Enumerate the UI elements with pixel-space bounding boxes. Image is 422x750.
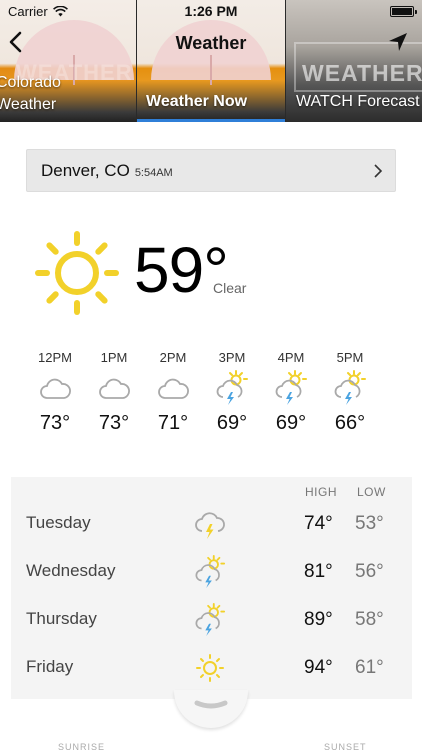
location-arrow-icon[interactable]	[388, 32, 408, 52]
tab-backdrop-word: WEATHER	[302, 60, 422, 86]
day-name: Thursday	[26, 609, 97, 628]
partly-sunny-thunderstorm-icon	[195, 555, 226, 588]
location-name: Denver, CO	[41, 160, 130, 180]
hour-temp: 69°	[275, 412, 307, 434]
tab-label-line1: Colorado	[0, 74, 61, 91]
hour-item: 2PM 71°	[142, 350, 204, 435]
hour-time: 4PM	[277, 350, 305, 365]
hour-temp: 66°	[334, 412, 366, 434]
tab-label: Weather Now	[146, 93, 248, 110]
hour-time: 2PM	[159, 350, 187, 365]
hourly-forecast[interactable]: 12PM 73° 1PM 73° 2PM 71° 3PM 69° 4PM 69°…	[24, 350, 422, 450]
sunrise-label: SUNRISE	[58, 742, 106, 750]
back-chevron-icon[interactable]	[6, 30, 26, 54]
day-high: 74°	[304, 513, 333, 534]
status-left: Carrier	[8, 4, 68, 19]
page-title: Weather	[175, 32, 247, 53]
tab-label: Colorado Weather	[0, 72, 61, 116]
high-header: HIGH	[305, 485, 337, 499]
day-low: 58°	[355, 609, 384, 630]
tab-label-line2: Weather	[0, 96, 57, 113]
location-time: 5:54AM	[134, 166, 173, 179]
hour-time: 3PM	[218, 350, 246, 365]
expand-handle[interactable]	[174, 690, 248, 728]
hour-temp: 73°	[39, 412, 71, 434]
hour-item: 1PM 73°	[83, 350, 145, 435]
sun-icon	[196, 654, 224, 682]
chevron-right-icon	[374, 164, 383, 178]
thunderstorm-icon	[195, 512, 225, 539]
day-name: Tuesday	[26, 513, 91, 532]
day-low: 61°	[355, 657, 384, 678]
hour-item: 12PM 73°	[24, 350, 86, 435]
current-temperature: 59°	[134, 234, 229, 306]
cloud-icon	[40, 378, 71, 399]
partly-sunny-thunderstorm-icon	[334, 370, 366, 405]
active-tab-indicator	[137, 119, 285, 122]
hour-time: 12PM	[38, 350, 72, 365]
day-row[interactable]: Tuesday 74° 53°	[11, 500, 412, 548]
hour-time: 1PM	[100, 350, 128, 365]
chevron-down-icon	[194, 700, 228, 709]
day-row[interactable]: Thursday 89° 58°	[11, 596, 412, 644]
hour-temp: 73°	[98, 412, 130, 434]
day-low: 53°	[355, 513, 384, 534]
hour-temp: 71°	[157, 412, 189, 434]
hour-time: 5PM	[336, 350, 364, 365]
cloud-icon	[158, 378, 189, 399]
day-row[interactable]: Friday 94° 61°	[11, 644, 412, 692]
carrier-label: Carrier	[8, 3, 48, 19]
day-name: Friday	[26, 657, 74, 676]
sunset-label: SUNSET	[324, 742, 367, 750]
daily-forecast: HIGH LOW Tuesday 74° 53° Wednesday 81° 5…	[11, 477, 412, 699]
battery-icon	[390, 5, 417, 17]
day-low: 56°	[355, 561, 384, 582]
partly-sunny-thunderstorm-icon	[195, 603, 226, 636]
partly-sunny-thunderstorm-icon	[216, 370, 248, 405]
cloud-icon	[99, 378, 130, 399]
tab-label: WATCH Forecast	[296, 93, 420, 110]
current-conditions: 59° Clear	[34, 230, 334, 320]
low-header: LOW	[357, 485, 386, 499]
day-row[interactable]: Wednesday 81° 56°	[11, 548, 412, 596]
status-bar: Carrier 1:26 PM	[0, 0, 422, 22]
sun-icon	[35, 231, 119, 315]
hour-item: 4PM 69°	[260, 350, 322, 435]
hour-item: 3PM 69°	[201, 350, 263, 435]
day-high: 81°	[304, 561, 333, 582]
current-condition: Clear	[213, 280, 247, 296]
wifi-icon	[52, 5, 68, 16]
hour-temp: 69°	[216, 412, 248, 434]
hour-item: 5PM 66°	[319, 350, 381, 435]
day-high: 89°	[304, 609, 333, 630]
day-high: 94°	[304, 657, 333, 678]
day-name: Wednesday	[26, 561, 116, 580]
partly-sunny-thunderstorm-icon	[275, 370, 307, 405]
location-selector[interactable]: Denver, CO 5:54AM	[26, 149, 396, 192]
